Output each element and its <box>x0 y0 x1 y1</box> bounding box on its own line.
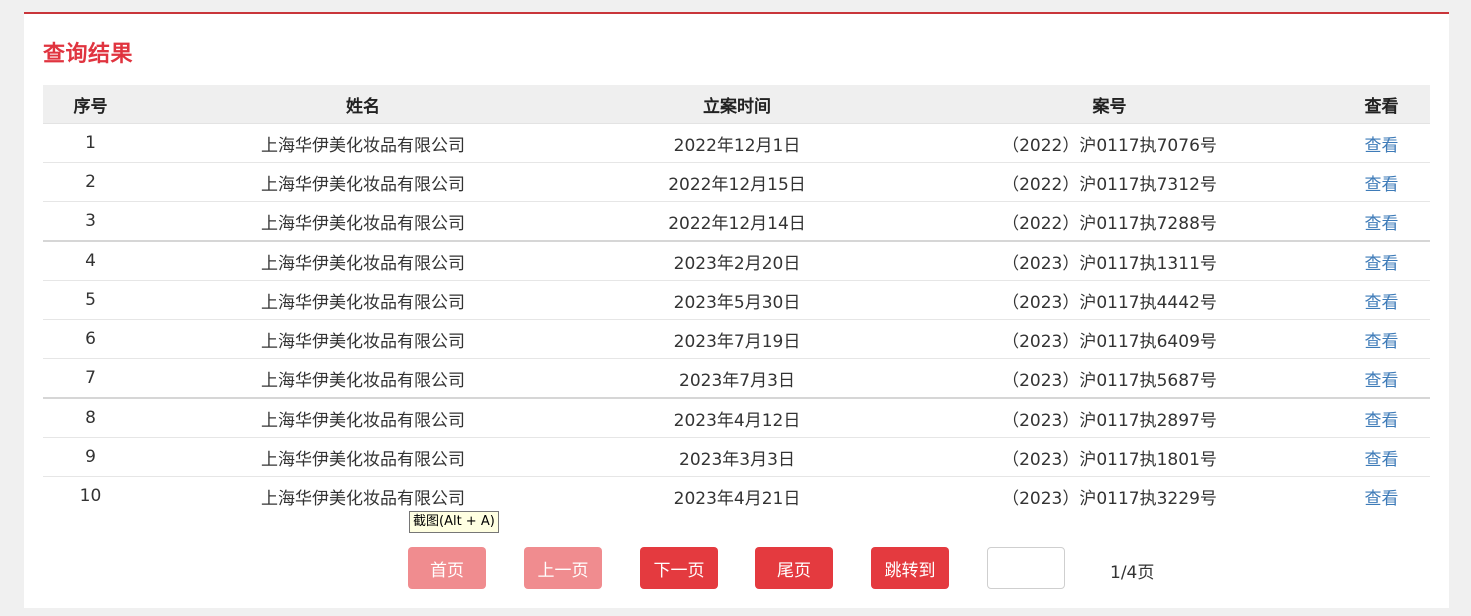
row-name: 上海华伊美化妆品有限公司 <box>138 201 588 242</box>
row-name: 上海华伊美化妆品有限公司 <box>138 398 588 438</box>
row-date: 2022年12月15日 <box>588 162 886 202</box>
table-row: 9 上海华伊美化妆品有限公司 2023年3月3日 （2023）沪0117执180… <box>43 437 1430 477</box>
row-case-number: （2023）沪0117执4442号 <box>886 280 1333 320</box>
table-row: 10 上海华伊美化妆品有限公司 2023年4月21日 （2023）沪0117执3… <box>43 477 1430 516</box>
column-header-date: 立案时间 <box>588 85 886 124</box>
view-link[interactable]: 查看 <box>1365 371 1399 391</box>
row-date: 2022年12月1日 <box>588 123 886 163</box>
row-name: 上海华伊美化妆品有限公司 <box>138 241 588 281</box>
row-name: 上海华伊美化妆品有限公司 <box>138 437 588 477</box>
row-case-number: （2022）沪0117执7312号 <box>886 162 1333 202</box>
view-link[interactable]: 查看 <box>1365 489 1399 509</box>
results-panel: 查询结果 序号 姓名 立案时间 案号 查看 1 上海华伊美化妆品有限公司 202… <box>24 12 1449 608</box>
table-row: 7 上海华伊美化妆品有限公司 2023年7月3日 （2023）沪0117执568… <box>43 358 1430 399</box>
row-date: 2022年12月14日 <box>588 201 886 242</box>
column-header-view: 查看 <box>1333 85 1430 124</box>
view-link[interactable]: 查看 <box>1365 254 1399 274</box>
table-header-row: 序号 姓名 立案时间 案号 查看 <box>43 85 1430 124</box>
row-no: 4 <box>43 241 138 281</box>
view-link[interactable]: 查看 <box>1365 332 1399 352</box>
view-link[interactable]: 查看 <box>1365 411 1399 431</box>
view-link[interactable]: 查看 <box>1365 136 1399 156</box>
row-date: 2023年3月3日 <box>588 437 886 477</box>
row-name: 上海华伊美化妆品有限公司 <box>261 488 465 509</box>
prev-page-button[interactable]: 上一页 <box>524 547 602 589</box>
table-row: 4 上海华伊美化妆品有限公司 2023年2月20日 （2023）沪0117执13… <box>43 241 1430 281</box>
table-row: 5 上海华伊美化妆品有限公司 2023年5月30日 （2023）沪0117执44… <box>43 280 1430 320</box>
row-case-number: （2023）沪0117执5687号 <box>886 358 1333 399</box>
row-date: 2023年7月3日 <box>588 358 886 399</box>
row-no: 2 <box>43 162 138 202</box>
row-no: 5 <box>43 280 138 320</box>
row-case-number: （2022）沪0117执7288号 <box>886 201 1333 242</box>
row-name: 上海华伊美化妆品有限公司 <box>138 123 588 163</box>
page-title: 查询结果 <box>43 42 134 67</box>
row-no: 1 <box>43 123 138 163</box>
view-link[interactable]: 查看 <box>1365 450 1399 470</box>
row-no: 9 <box>43 437 138 477</box>
row-no: 10 <box>79 486 102 506</box>
first-page-button[interactable]: 首页 <box>408 547 486 589</box>
column-header-no: 序号 <box>43 85 138 124</box>
row-case-number: （2023）沪0117执1801号 <box>886 437 1333 477</box>
row-no: 6 <box>43 319 138 359</box>
row-date: 2023年2月20日 <box>588 241 886 281</box>
page-number-input[interactable] <box>987 547 1065 589</box>
column-header-name: 姓名 <box>138 85 588 124</box>
table-row: 6 上海华伊美化妆品有限公司 2023年7月19日 （2023）沪0117执64… <box>43 319 1430 359</box>
page-info: 1/4页 <box>1110 563 1155 583</box>
table-row: 3 上海华伊美化妆品有限公司 2022年12月14日 （2022）沪0117执7… <box>43 201 1430 242</box>
view-link[interactable]: 查看 <box>1365 293 1399 313</box>
row-date: 2023年4月21日 <box>673 488 801 509</box>
results-table: 序号 姓名 立案时间 案号 查看 1 上海华伊美化妆品有限公司 2022年12月… <box>43 85 1430 515</box>
table-row: 1 上海华伊美化妆品有限公司 2022年12月1日 （2022）沪0117执70… <box>43 123 1430 163</box>
next-page-button[interactable]: 下一页 <box>640 547 718 589</box>
view-link[interactable]: 查看 <box>1365 214 1399 234</box>
row-date: 2023年5月30日 <box>588 280 886 320</box>
table-row: 2 上海华伊美化妆品有限公司 2022年12月15日 （2022）沪0117执7… <box>43 162 1430 202</box>
last-page-button[interactable]: 尾页 <box>755 547 833 589</box>
row-name: 上海华伊美化妆品有限公司 <box>138 358 588 399</box>
screenshot-tooltip: 截图(Alt + A) <box>409 511 499 533</box>
row-no: 8 <box>43 398 138 438</box>
row-case-number: （2023）沪0117执3229号 <box>1002 488 1217 509</box>
row-name: 上海华伊美化妆品有限公司 <box>138 319 588 359</box>
jump-to-button[interactable]: 跳转到 <box>871 547 949 589</box>
row-case-number: （2023）沪0117执6409号 <box>886 319 1333 359</box>
view-link[interactable]: 查看 <box>1365 175 1399 195</box>
row-no: 7 <box>43 358 138 399</box>
row-date: 2023年7月19日 <box>588 319 886 359</box>
row-no: 3 <box>43 201 138 242</box>
table-row: 8 上海华伊美化妆品有限公司 2023年4月12日 （2023）沪0117执28… <box>43 398 1430 438</box>
row-case-number: （2023）沪0117执2897号 <box>886 398 1333 438</box>
row-case-number: （2023）沪0117执1311号 <box>886 241 1333 281</box>
column-header-case: 案号 <box>886 85 1333 124</box>
row-date: 2023年4月12日 <box>588 398 886 438</box>
row-name: 上海华伊美化妆品有限公司 <box>138 280 588 320</box>
row-name: 上海华伊美化妆品有限公司 <box>138 162 588 202</box>
row-case-number: （2022）沪0117执7076号 <box>886 123 1333 163</box>
